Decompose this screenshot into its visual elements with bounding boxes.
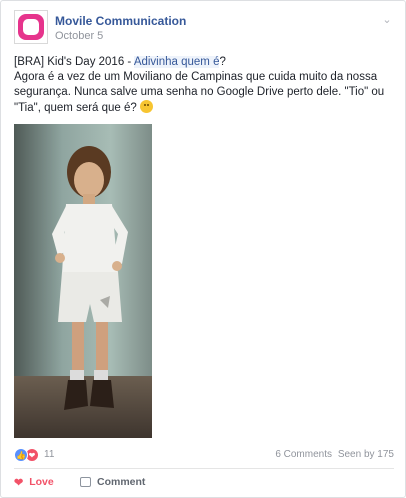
post-actions: ❤ Love Comment <box>14 473 394 491</box>
movile-logo-icon <box>18 14 44 40</box>
comments-count-link[interactable]: 6 Comments <box>275 449 332 460</box>
page-name-link[interactable]: Movile Communication <box>55 14 186 28</box>
reactions-count[interactable]: 11 <box>44 449 54 460</box>
love-button-label: Love <box>29 476 54 488</box>
heart-icon: ❤ <box>14 476 24 489</box>
post-stats: 👍 ❤ 11 6 Comments Seen by 175 <box>14 447 394 463</box>
post-body: Agora é a vez de um Moviliano de Campina… <box>14 71 385 114</box>
actions-divider <box>14 468 394 469</box>
reactions-icons[interactable]: 👍 ❤ <box>14 448 40 462</box>
like-icon: 👍 <box>14 448 28 462</box>
post-title-suffix: ? <box>219 56 226 68</box>
post-title-highlight: Adivinha quem é <box>133 56 220 68</box>
post-message: [BRA] Kid's Day 2016 - Adivinha quem é? … <box>14 55 394 116</box>
post-header: Movile Communication October 5 ⌄ <box>14 10 394 46</box>
post-card: Movile Communication October 5 ⌄ [BRA] K… <box>0 0 406 498</box>
comment-icon <box>80 477 91 487</box>
post-photo[interactable] <box>14 124 152 438</box>
love-button[interactable]: ❤ Love <box>14 473 54 491</box>
chevron-down-icon[interactable]: ⌄ <box>380 12 394 26</box>
seen-count[interactable]: Seen by 175 <box>338 449 394 460</box>
post-title-prefix: [BRA] Kid's Day 2016 - <box>14 56 134 68</box>
comment-button-label: Comment <box>97 476 146 488</box>
smile-emoji-icon <box>140 100 154 113</box>
post-date-link[interactable]: October 5 <box>55 30 103 42</box>
comment-button[interactable]: Comment <box>80 473 145 491</box>
page-avatar[interactable] <box>14 10 48 44</box>
